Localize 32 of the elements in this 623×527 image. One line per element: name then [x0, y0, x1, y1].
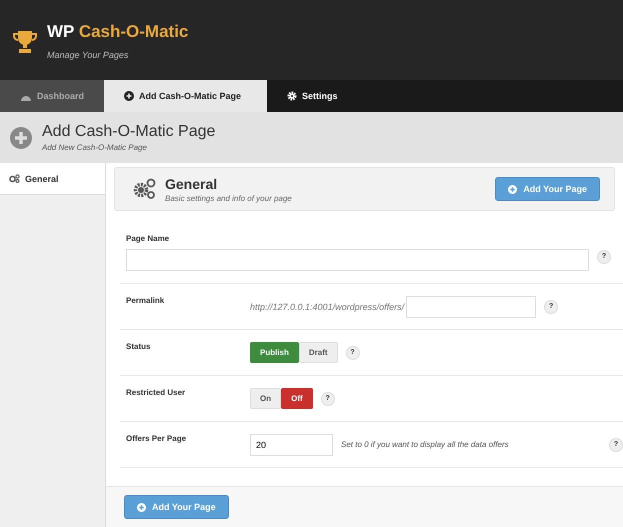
permalink-field[interactable] — [406, 296, 536, 318]
app-title: WP Cash-O-Matic — [47, 22, 188, 42]
sidebar-item[interactable]: General — [0, 163, 105, 195]
field-label: Status — [126, 341, 152, 351]
toggle-option[interactable]: On — [250, 388, 282, 409]
trophy-icon — [11, 30, 39, 54]
nav-tab[interactable]: Settings — [267, 80, 358, 112]
field-label: Permalink — [126, 295, 166, 305]
toggle-option[interactable]: Draft — [298, 342, 338, 363]
plus-circle-icon — [508, 184, 518, 194]
field-label: Page Name — [126, 234, 170, 242]
page-title: Add Cash-O-Matic Page — [42, 123, 216, 141]
nav-tab[interactable]: Add Cash-O-Matic Page — [104, 80, 268, 112]
nav-tab[interactable]: Dashboard — [0, 80, 104, 112]
section-title: General — [165, 176, 218, 192]
field-label: Restricted User — [126, 387, 186, 397]
settings-icon — [287, 91, 298, 101]
plus-circle-icon — [124, 91, 134, 101]
toggle-option[interactable]: Publish — [250, 342, 299, 363]
page-subtitle: Add New Cash-O-Matic Page — [42, 143, 148, 152]
gears-icon — [133, 178, 157, 200]
permalink-prefix: http://127.0.0.1:4001/wordpress/offers/ — [250, 302, 404, 312]
offers-per-page-field[interactable]: 20 — [250, 434, 333, 456]
section-subtitle: Basic settings and info of your page — [165, 194, 293, 202]
app-tagline: Manage Your Pages — [47, 50, 130, 60]
field-note: Set to 0 if you want to display all the data offers — [341, 440, 509, 449]
plus-circle-icon — [137, 502, 146, 512]
field-label: Offers Per Page — [126, 433, 188, 443]
plus-circle-icon — [10, 126, 32, 148]
page-name-field[interactable] — [126, 248, 589, 270]
gears-icon — [9, 174, 20, 183]
toggle-option[interactable]: Off — [281, 388, 313, 409]
